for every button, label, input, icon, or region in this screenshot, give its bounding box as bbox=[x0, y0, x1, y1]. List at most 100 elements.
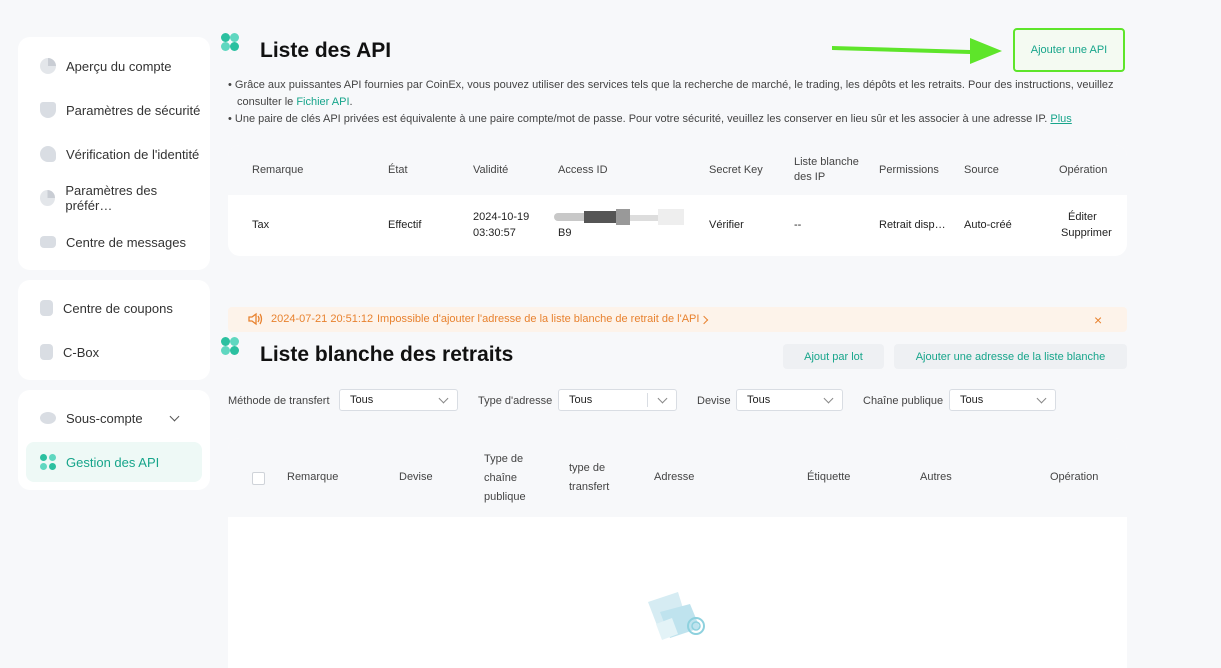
filter-label-currency: Devise bbox=[697, 395, 731, 407]
filter-label-transfer-method: Méthode de transfert bbox=[228, 395, 330, 407]
chevron-down-icon bbox=[169, 411, 180, 422]
col-source: Source bbox=[964, 164, 999, 176]
sidebar-item-subaccount[interactable]: Sous-compte bbox=[26, 398, 202, 438]
chevron-down-icon bbox=[1036, 393, 1047, 404]
col-ip-whitelist-line1: Liste blanche bbox=[794, 156, 859, 168]
notice-message[interactable]: Impossible d'ajouter l'adresse de la lis… bbox=[377, 313, 699, 325]
transfer-method-select[interactable]: Tous bbox=[339, 389, 458, 411]
col-transfer-type-line1: type de bbox=[569, 462, 606, 474]
notice-datetime: 2024-07-21 20:51:12 bbox=[271, 313, 374, 325]
select-all-checkbox[interactable] bbox=[252, 472, 265, 485]
add-api-button[interactable]: Ajouter une API bbox=[1013, 28, 1125, 72]
batch-add-button[interactable]: Ajout par lot bbox=[783, 344, 884, 369]
cell-ip-whitelist: -- bbox=[794, 219, 802, 231]
description-line-2: • Une paire de clés API privées est équi… bbox=[228, 113, 1072, 125]
edit-api-link[interactable]: Éditer bbox=[1068, 209, 1097, 225]
subaccount-icon bbox=[40, 412, 56, 424]
sidebar-card-rewards: Centre de coupons C-Box bbox=[18, 280, 210, 380]
sidebar-card-account: Aperçu du compte Paramètres de sécurité … bbox=[18, 37, 210, 270]
api-description: • Grâce aux puissantes API fournies par … bbox=[228, 77, 1118, 128]
address-type-select[interactable]: Tous bbox=[558, 389, 677, 411]
col-operation: Opération bbox=[1050, 471, 1099, 483]
pie-chart-icon bbox=[40, 58, 56, 74]
col-others: Autres bbox=[920, 471, 952, 483]
id-badge-icon bbox=[40, 146, 56, 162]
chevron-down-icon bbox=[438, 393, 449, 404]
sidebar-item-messages[interactable]: Centre de messages bbox=[26, 222, 202, 262]
col-chain-type-line1: Type de bbox=[484, 453, 524, 465]
description-text: Une paire de clés API privées est équiva… bbox=[234, 113, 1048, 125]
api-docs-link[interactable]: Fichier API bbox=[296, 96, 349, 108]
col-chain-type-line2: chaîne bbox=[484, 472, 518, 484]
sidebar-item-cbox[interactable]: C-Box bbox=[26, 332, 202, 372]
sidebar-item-label: Centre de messages bbox=[66, 234, 186, 250]
select-value: Tous bbox=[569, 394, 593, 406]
col-state: État bbox=[388, 164, 408, 176]
col-remark: Remarque bbox=[252, 164, 304, 176]
coupon-icon bbox=[40, 300, 53, 316]
cell-source: Auto-créé bbox=[964, 219, 1012, 231]
sidebar-item-security[interactable]: Paramètres de sécurité bbox=[26, 90, 202, 130]
cell-remark: Tax bbox=[252, 219, 270, 231]
select-divider bbox=[647, 393, 648, 407]
message-icon bbox=[40, 236, 56, 248]
select-value: Tous bbox=[747, 394, 771, 406]
sidebar-item-label: Aperçu du compte bbox=[66, 58, 172, 74]
col-secret-key: Secret Key bbox=[709, 164, 763, 176]
sidebar-card-management: Sous-compte Gestion des API bbox=[18, 390, 210, 490]
delete-api-link[interactable]: Supprimer bbox=[1061, 225, 1112, 241]
sidebar-item-label: Vérification de l'identité bbox=[66, 146, 200, 162]
api-table: Remarque État Validité Access ID Secret … bbox=[228, 145, 1127, 256]
more-link[interactable]: Plus bbox=[1050, 113, 1071, 125]
chevron-down-icon bbox=[657, 393, 668, 404]
filter-label-public-chain: Chaîne publique bbox=[863, 395, 944, 407]
description-text: Grâce aux puissantes API fournies par Co… bbox=[234, 79, 1114, 108]
currency-select[interactable]: Tous bbox=[736, 389, 843, 411]
sidebar-item-label: Paramètres de sécurité bbox=[66, 102, 201, 118]
validity-time: 03:30:57 bbox=[473, 227, 516, 239]
col-address: Adresse bbox=[654, 471, 695, 483]
sidebar-item-label: Centre de coupons bbox=[63, 300, 173, 316]
api-clover-icon bbox=[40, 454, 56, 470]
public-chain-select[interactable]: Tous bbox=[949, 389, 1056, 411]
sidebar-item-label: Paramètres des préfér… bbox=[65, 183, 158, 213]
speaker-icon bbox=[248, 312, 263, 326]
col-chain-type-line3: publique bbox=[484, 491, 526, 503]
col-validity: Validité bbox=[473, 164, 509, 176]
validity-date: 2024-10-19 bbox=[473, 211, 530, 223]
col-currency: Devise bbox=[399, 471, 433, 483]
select-value: Tous bbox=[960, 394, 984, 406]
add-whitelist-address-button[interactable]: Ajouter une adresse de la liste blanche bbox=[894, 344, 1127, 369]
sidebar-item-label: Sous-compte bbox=[66, 410, 143, 426]
whitelist-table: Remarque Devise Type de chaîne publique … bbox=[228, 438, 1127, 668]
page-title: Liste des API bbox=[260, 39, 392, 62]
col-chain-type: Type de chaîne publique bbox=[484, 450, 526, 507]
chevron-right-icon bbox=[699, 315, 709, 325]
col-ip-whitelist-line2: des IP bbox=[794, 171, 826, 183]
col-remark: Remarque bbox=[287, 471, 339, 483]
verify-secret-link[interactable]: Vérifier bbox=[709, 217, 744, 233]
shield-icon bbox=[40, 102, 56, 118]
empty-state-icon bbox=[648, 592, 705, 640]
sidebar-item-identity[interactable]: Vérification de l'identité bbox=[26, 134, 202, 174]
sidebar-item-api-management[interactable]: Gestion des API bbox=[26, 442, 202, 482]
whitelist-title: Liste blanche des retraits bbox=[260, 343, 514, 366]
sidebar-item-overview[interactable]: Aperçu du compte bbox=[26, 46, 202, 86]
description-end: . bbox=[349, 96, 353, 108]
sidebar-item-preferences[interactable]: Paramètres des préfér… bbox=[26, 178, 202, 218]
col-tag: Étiquette bbox=[807, 471, 851, 483]
cell-state: Effectif bbox=[388, 219, 422, 231]
select-value: Tous bbox=[350, 394, 374, 406]
cell-validity: 2024-10-19 03:30:57 bbox=[473, 209, 529, 241]
cell-access-id-suffix: B9 bbox=[558, 227, 572, 239]
table-row: Tax Effectif 2024-10-19 03:30:57 B9 Véri… bbox=[228, 195, 1127, 256]
col-ip-whitelist: Liste blanche des IP bbox=[794, 155, 859, 185]
sidebar-item-coupons[interactable]: Centre de coupons bbox=[26, 288, 202, 328]
sidebar-item-label: Gestion des API bbox=[66, 454, 160, 470]
col-permissions: Permissions bbox=[879, 164, 939, 176]
col-access-id: Access ID bbox=[558, 164, 608, 176]
col-operation: Opération bbox=[1059, 164, 1108, 176]
notice-bar: 2024-07-21 20:51:12 Impossible d'ajouter… bbox=[228, 307, 1127, 332]
close-icon[interactable]: × bbox=[1094, 312, 1102, 328]
preferences-icon bbox=[40, 190, 56, 206]
